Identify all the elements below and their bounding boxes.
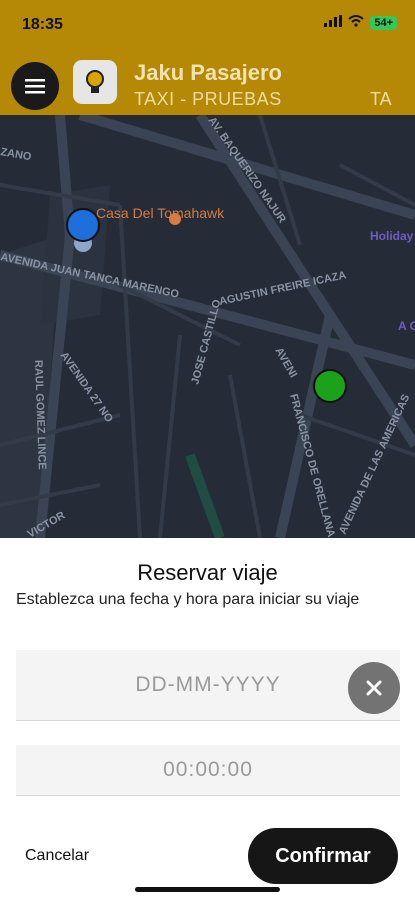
street-label-americas: AVENIDA DE LAS AMERICAS: [337, 393, 413, 537]
date-placeholder: DD-MM-YYYY: [135, 673, 281, 696]
sheet-description: Establezca una fecha y hora para iniciar…: [16, 591, 360, 608]
status-indicators: 54+: [324, 14, 397, 32]
hamburger-icon: [25, 79, 45, 94]
cancel-button[interactable]: Cancelar: [25, 847, 89, 865]
signal-icon: [324, 14, 343, 32]
app-header: 18:35 54+ Jaku Pasajero TAXI - PRUEBAS T…: [0, 0, 415, 115]
poi-label-gu: A Gu: [398, 319, 415, 333]
close-icon: [366, 680, 382, 696]
date-input[interactable]: DD-MM-YYYY: [16, 650, 400, 721]
app-subtitle: TAXI - PRUEBAS: [134, 89, 282, 109]
origin-marker[interactable]: [66, 208, 100, 242]
app-logo: [73, 60, 117, 104]
street-label-av27: AVENIDA 27 NO: [58, 350, 116, 425]
map-view[interactable]: ZANO AV. BAQUERIZO NAJUR AGUSTIN FREIRE …: [0, 115, 415, 538]
sheet-title: Reservar viaje: [137, 560, 278, 585]
status-time: 18:35: [22, 16, 63, 33]
home-indicator: [135, 887, 280, 892]
street-label-freire: AGUSTIN FREIRE ICAZA: [218, 269, 347, 308]
time-input[interactable]: 00:00:00: [16, 745, 400, 796]
map-canvas: ZANO AV. BAQUERIZO NAJUR AGUSTIN FREIRE …: [0, 115, 415, 538]
street-label-zano: ZANO: [0, 146, 33, 163]
clear-date-button[interactable]: [348, 662, 400, 714]
app-title: Jaku Pasajero: [134, 60, 282, 85]
wifi-icon: [348, 14, 364, 32]
app-subtitle-right: TA: [370, 89, 392, 109]
reservation-sheet: Reservar viaje Establezca una fecha y ho…: [0, 538, 415, 900]
confirm-button[interactable]: Confirmar: [248, 828, 398, 884]
restaurant-poi-icon[interactable]: [169, 213, 181, 225]
battery-icon: 54+: [370, 16, 397, 30]
time-placeholder: 00:00:00: [163, 758, 253, 781]
street-label-avenida: AVENI: [272, 346, 299, 380]
poi-label-hotel: Holiday Guay Airpo IHG I: [370, 229, 415, 243]
destination-marker[interactable]: [313, 369, 347, 403]
menu-button[interactable]: [11, 62, 59, 110]
lightbulb-icon: [86, 70, 104, 93]
poi-label-tomahawk: Casa Del Tomahawk: [96, 205, 225, 221]
